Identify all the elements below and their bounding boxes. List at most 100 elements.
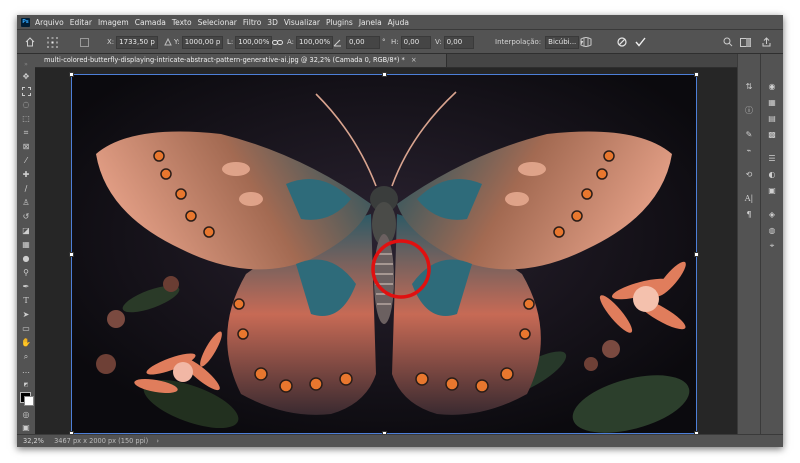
height-field[interactable]: 100,00% — [296, 35, 334, 49]
height-label: A: — [287, 38, 295, 46]
menu-arquivo[interactable]: Arquivo — [35, 18, 64, 27]
lasso-tool-icon[interactable]: ◌ — [21, 100, 31, 110]
adjustments-panel-icon[interactable]: ◐ — [766, 168, 778, 180]
gradients-panel-icon[interactable]: ▤ — [766, 112, 778, 124]
paragraph-panel-icon[interactable]: ¶ — [743, 208, 755, 220]
rectangle-tool-icon[interactable]: ▭ — [21, 324, 31, 334]
swatches-panel-icon[interactable]: ▦ — [766, 96, 778, 108]
libraries-panel-icon[interactable]: ▣ — [766, 184, 778, 196]
transform-handle-top-right[interactable] — [694, 72, 699, 77]
reference-point-icon[interactable] — [47, 30, 58, 54]
status-arrow-icon[interactable]: › — [156, 437, 159, 445]
menu-ajuda[interactable]: Ajuda — [388, 18, 409, 27]
canvas-area[interactable] — [35, 68, 737, 436]
history-panel-icon[interactable]: ⇅ — [743, 80, 755, 92]
brush-settings-icon[interactable]: ✎ — [743, 128, 755, 140]
marquee-tool-icon[interactable] — [21, 86, 31, 96]
color-panel-icon[interactable]: ◉ — [766, 80, 778, 92]
paths-panel-icon[interactable]: ⌖ — [766, 240, 778, 252]
properties-panel-icon[interactable]: ☰ — [766, 152, 778, 164]
gradient-tool-icon[interactable]: ▦ — [21, 240, 31, 250]
crop-tool-icon[interactable]: ⌗ — [21, 128, 31, 138]
background-color-swatch[interactable] — [24, 396, 34, 406]
transform-handle-right[interactable] — [694, 252, 699, 257]
pen-tool-icon[interactable]: ✒ — [21, 282, 31, 292]
move-tool-icon[interactable]: ✥ — [21, 72, 31, 82]
transform-handle-top[interactable] — [382, 72, 387, 77]
screen-mode-icon[interactable]: ▣ — [21, 423, 31, 433]
transform-bounding-box[interactable] — [69, 72, 699, 436]
x-position-field[interactable]: 1733,50 p — [116, 35, 158, 49]
zoom-level[interactable]: 32,2% — [23, 437, 44, 445]
brushes-panel-icon[interactable]: ⌁ — [743, 144, 755, 156]
menu-visualizar[interactable]: Visualizar — [284, 18, 320, 27]
home-icon[interactable] — [25, 30, 35, 54]
quick-mask-icon[interactable]: ◎ — [21, 410, 31, 420]
zoom-tool-icon[interactable]: ⌕ — [21, 352, 31, 362]
workspace-icon[interactable] — [740, 30, 751, 54]
vertical-skew-field[interactable]: 0,00 — [443, 35, 474, 49]
blur-tool-icon[interactable]: ● — [21, 254, 31, 264]
document-tab-title: multi-colored-butterfly-displaying-intri… — [44, 56, 405, 64]
link-icon[interactable] — [272, 30, 283, 54]
menu-plugins[interactable]: Plugins — [326, 18, 353, 27]
y-label: Y: — [174, 38, 180, 46]
reference-checkbox[interactable] — [80, 30, 89, 54]
menu-selecionar[interactable]: Selecionar — [198, 18, 237, 27]
menu-bar: Ps Arquivo Editar Imagem Camada Texto Se… — [17, 15, 783, 29]
toolbar-collapse-icon[interactable]: » — [21, 60, 31, 70]
menu-editar[interactable]: Editar — [70, 18, 92, 27]
share-icon[interactable] — [762, 30, 771, 54]
info-panel-icon[interactable]: ⓘ — [743, 104, 755, 116]
search-icon[interactable] — [723, 30, 733, 54]
interpolation-select[interactable]: Bicúbi... — [545, 35, 580, 49]
history-brush-tool-icon[interactable]: ↺ — [21, 212, 31, 222]
width-field[interactable]: 100,00% — [235, 35, 273, 49]
eyedropper-tool-icon[interactable]: ⁄ — [21, 156, 31, 166]
ps-logo-icon: Ps — [21, 17, 30, 27]
transform-handle-top-left[interactable] — [69, 72, 74, 77]
clone-stamp-tool-icon[interactable]: ♙ — [21, 198, 31, 208]
channels-panel-icon[interactable]: ◍ — [766, 224, 778, 236]
character-panel-icon[interactable]: A| — [743, 192, 755, 204]
type-tool-icon[interactable]: T — [21, 296, 31, 306]
delta-icon[interactable] — [164, 30, 172, 54]
patterns-panel-icon[interactable]: ▩ — [766, 128, 778, 140]
close-tab-icon[interactable]: × — [411, 56, 417, 64]
warp-mode-icon[interactable] — [580, 30, 592, 54]
hskew-label: H: — [391, 38, 399, 46]
y-position-field[interactable]: 1000,00 p — [181, 35, 224, 49]
frame-tool-icon[interactable]: ⊠ — [21, 142, 31, 152]
menu-janela[interactable]: Janela — [359, 18, 382, 27]
clone-source-icon[interactable]: ⟲ — [743, 168, 755, 180]
interpolation-label: Interpolação: — [495, 38, 542, 46]
rotation-angle-field[interactable]: 0,00 — [346, 35, 380, 49]
x-label: X: — [107, 38, 115, 46]
brush-tool-icon[interactable]: ∕ — [21, 184, 31, 194]
document-tab-bar: multi-colored-butterfly-displaying-intri… — [35, 54, 737, 68]
object-selection-tool-icon[interactable]: ⬚ — [21, 114, 31, 124]
commit-transform-icon[interactable] — [635, 30, 646, 54]
transform-handle-left[interactable] — [69, 252, 74, 257]
degree-symbol-icon: ° — [382, 38, 386, 46]
document-dimensions: 3467 px x 2000 px (150 ppi) — [54, 437, 149, 445]
options-bar: X: 1733,50 p Y: 1000,00 p L: 100,00% A: … — [17, 29, 783, 54]
layers-panel-icon[interactable]: ◈ — [766, 208, 778, 220]
panel-dock-right: ◉ ▦ ▤ ▩ ☰ ◐ ▣ ◈ ◍ ⌖ — [760, 54, 783, 434]
default-colors-icon[interactable]: ◩ — [21, 380, 31, 390]
more-tools-icon[interactable]: … — [21, 366, 31, 376]
eraser-tool-icon[interactable]: ◪ — [21, 226, 31, 236]
width-label: L: — [227, 38, 234, 46]
menu-camada[interactable]: Camada — [135, 18, 166, 27]
document-tab[interactable]: multi-colored-butterfly-displaying-intri… — [35, 54, 447, 67]
horizontal-skew-field[interactable]: 0,00 — [400, 35, 431, 49]
menu-3d[interactable]: 3D — [267, 18, 278, 27]
dodge-tool-icon[interactable]: ⚲ — [21, 268, 31, 278]
menu-imagem[interactable]: Imagem — [98, 18, 129, 27]
cancel-transform-icon[interactable] — [617, 30, 627, 54]
path-selection-tool-icon[interactable]: ➤ — [21, 310, 31, 320]
menu-filtro[interactable]: Filtro — [243, 18, 261, 27]
healing-brush-tool-icon[interactable]: ✚ — [21, 170, 31, 180]
hand-tool-icon[interactable]: ✋ — [21, 338, 31, 348]
menu-texto[interactable]: Texto — [172, 18, 192, 27]
